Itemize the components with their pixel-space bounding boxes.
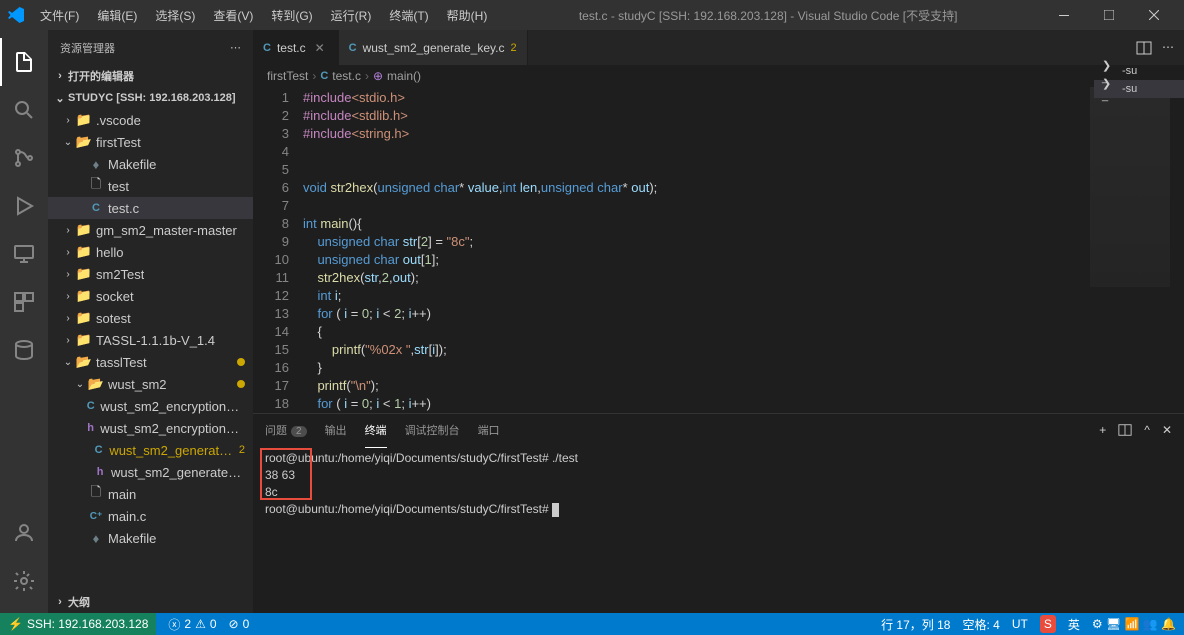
terminal-list-item[interactable]: ❯_-su: [1094, 80, 1184, 98]
tree-item[interactable]: ⌄📂wust_sm2: [48, 373, 253, 395]
activity-sqltools[interactable]: [0, 326, 48, 374]
tab-close-icon[interactable]: ✕: [312, 40, 328, 56]
vscode-icon: [8, 7, 24, 23]
window-minimize[interactable]: [1041, 0, 1086, 30]
terminal-list: ❯_-su❯_-su: [1094, 62, 1184, 98]
sb-lang[interactable]: 英: [1068, 616, 1080, 633]
terminal[interactable]: root@ubuntu:/home/yiqi/Documents/studyC/…: [253, 446, 1184, 613]
breadcrumb[interactable]: firstTest› Ctest.c› ⊕main(): [253, 65, 1184, 87]
tree-item[interactable]: ›📁hello: [48, 241, 253, 263]
tree-item[interactable]: ♦Makefile: [48, 527, 253, 549]
sb-errors[interactable]: ⓧ2⚠0: [168, 616, 216, 633]
window-title: test.c - studyC [SSH: 192.168.203.128] -…: [495, 7, 1041, 24]
sb-tray-icons[interactable]: ⚙ 🖥 📶 👥 🔔: [1092, 617, 1176, 631]
section-outline[interactable]: ›大纲: [48, 591, 253, 613]
sidebar-more-icon[interactable]: ⋯: [230, 41, 241, 54]
panel: 问题2 输出 终端 调试控制台 端口 + ^ ✕ root@ubuntu:/ho…: [253, 413, 1184, 613]
menu-file[interactable]: 文件(F): [32, 3, 87, 28]
menu-goto[interactable]: 转到(G): [263, 3, 320, 28]
activity-scm[interactable]: [0, 134, 48, 182]
sb-line-col[interactable]: 行 17，列 18: [881, 616, 950, 633]
section-open-editors[interactable]: ›打开的编辑器: [48, 65, 253, 87]
sb-ports[interactable]: ⊘0: [229, 617, 250, 631]
editor-area: Ctest.c✕Cwust_sm2_generate_key.c2 ⋯ firs…: [253, 30, 1184, 613]
panel-close-icon[interactable]: ✕: [1162, 423, 1172, 437]
minimap[interactable]: [1090, 87, 1170, 287]
activity-remote[interactable]: [0, 230, 48, 278]
tree-item[interactable]: ♦Makefile: [48, 153, 253, 175]
sidebar-title: 资源管理器: [60, 40, 115, 56]
tree-item[interactable]: Cwust_sm2_generate_key.c2: [48, 439, 253, 461]
code-editor[interactable]: 123456789101112131415161718192021222324 …: [253, 87, 1184, 413]
panel-split-icon[interactable]: [1118, 423, 1132, 437]
activity-extensions[interactable]: [0, 278, 48, 326]
tabs-bar: Ctest.c✕Cwust_sm2_generate_key.c2 ⋯: [253, 30, 1184, 65]
editor-more-icon[interactable]: ⋯: [1162, 40, 1174, 56]
tree-item[interactable]: hwust_sm2_encryption_decryption.h: [48, 417, 253, 439]
tree-item[interactable]: ›📁sotest: [48, 307, 253, 329]
menu-run[interactable]: 运行(R): [323, 3, 380, 28]
section-project[interactable]: ⌄STUDYC [SSH: 192.168.203.128]: [48, 87, 253, 109]
activity-search[interactable]: [0, 86, 48, 134]
tree-item[interactable]: ›📁.vscode: [48, 109, 253, 131]
tree-item[interactable]: C⁺main.c: [48, 505, 253, 527]
window-close[interactable]: [1131, 0, 1176, 30]
menu-help[interactable]: 帮助(H): [439, 3, 496, 28]
statusbar: ⚡SSH: 192.168.203.128 ⓧ2⚠0 ⊘0 行 17，列 18 …: [0, 613, 1184, 635]
activity-settings[interactable]: [0, 557, 48, 605]
panel-maximize-icon[interactable]: ^: [1144, 423, 1150, 437]
tree-item[interactable]: 🗋test: [48, 175, 253, 197]
menu-select[interactable]: 选择(S): [147, 3, 203, 28]
file-tree: ›📁.vscode⌄📂firstTest♦Makefile🗋testCtest.…: [48, 109, 253, 591]
panel-new-terminal-icon[interactable]: +: [1099, 423, 1106, 437]
tree-item[interactable]: Ctest.c: [48, 197, 253, 219]
menu-terminal[interactable]: 终端(T): [381, 3, 436, 28]
activity-account[interactable]: [0, 509, 48, 557]
tree-item[interactable]: ›📁gm_sm2_master-master: [48, 219, 253, 241]
sb-ime[interactable]: S: [1040, 615, 1056, 633]
activity-debug[interactable]: [0, 182, 48, 230]
panel-tab-terminal[interactable]: 终端: [365, 418, 387, 442]
sb-encoding[interactable]: UT: [1012, 617, 1028, 631]
panel-tab-ports[interactable]: 端口: [478, 418, 500, 442]
tree-item[interactable]: ›📁TASSL-1.1.1b-V_1.4: [48, 329, 253, 351]
tree-item[interactable]: ›📁sm2Test: [48, 263, 253, 285]
sb-spaces[interactable]: 空格: 4: [962, 616, 999, 633]
window-maximize[interactable]: [1086, 0, 1131, 30]
editor-tab[interactable]: Ctest.c✕: [253, 30, 339, 65]
tree-item[interactable]: ⌄📂tasslTest: [48, 351, 253, 373]
editor-split-icon[interactable]: [1136, 40, 1152, 56]
tree-item[interactable]: 🗋main: [48, 483, 253, 505]
panel-tab-problems[interactable]: 问题2: [265, 418, 307, 442]
panel-tab-output[interactable]: 输出: [325, 418, 347, 442]
menu-view[interactable]: 查看(V): [205, 3, 261, 28]
titlebar: 文件(F) 编辑(E) 选择(S) 查看(V) 转到(G) 运行(R) 终端(T…: [0, 0, 1184, 30]
tree-item[interactable]: ⌄📂firstTest: [48, 131, 253, 153]
sidebar: 资源管理器 ⋯ ›打开的编辑器 ⌄STUDYC [SSH: 192.168.20…: [48, 30, 253, 613]
activity-bar: [0, 30, 48, 613]
menu-edit[interactable]: 编辑(E): [89, 3, 145, 28]
tree-item[interactable]: ›📁socket: [48, 285, 253, 307]
panel-tab-debug[interactable]: 调试控制台: [405, 418, 460, 442]
tree-item[interactable]: hwust_sm2_generate_key.h: [48, 461, 253, 483]
tree-item[interactable]: Cwust_sm2_encryption_decryption.c: [48, 395, 253, 417]
editor-tab[interactable]: Cwust_sm2_generate_key.c2: [339, 30, 528, 65]
sb-remote[interactable]: ⚡SSH: 192.168.203.128: [0, 613, 156, 635]
activity-explorer[interactable]: [0, 38, 48, 86]
